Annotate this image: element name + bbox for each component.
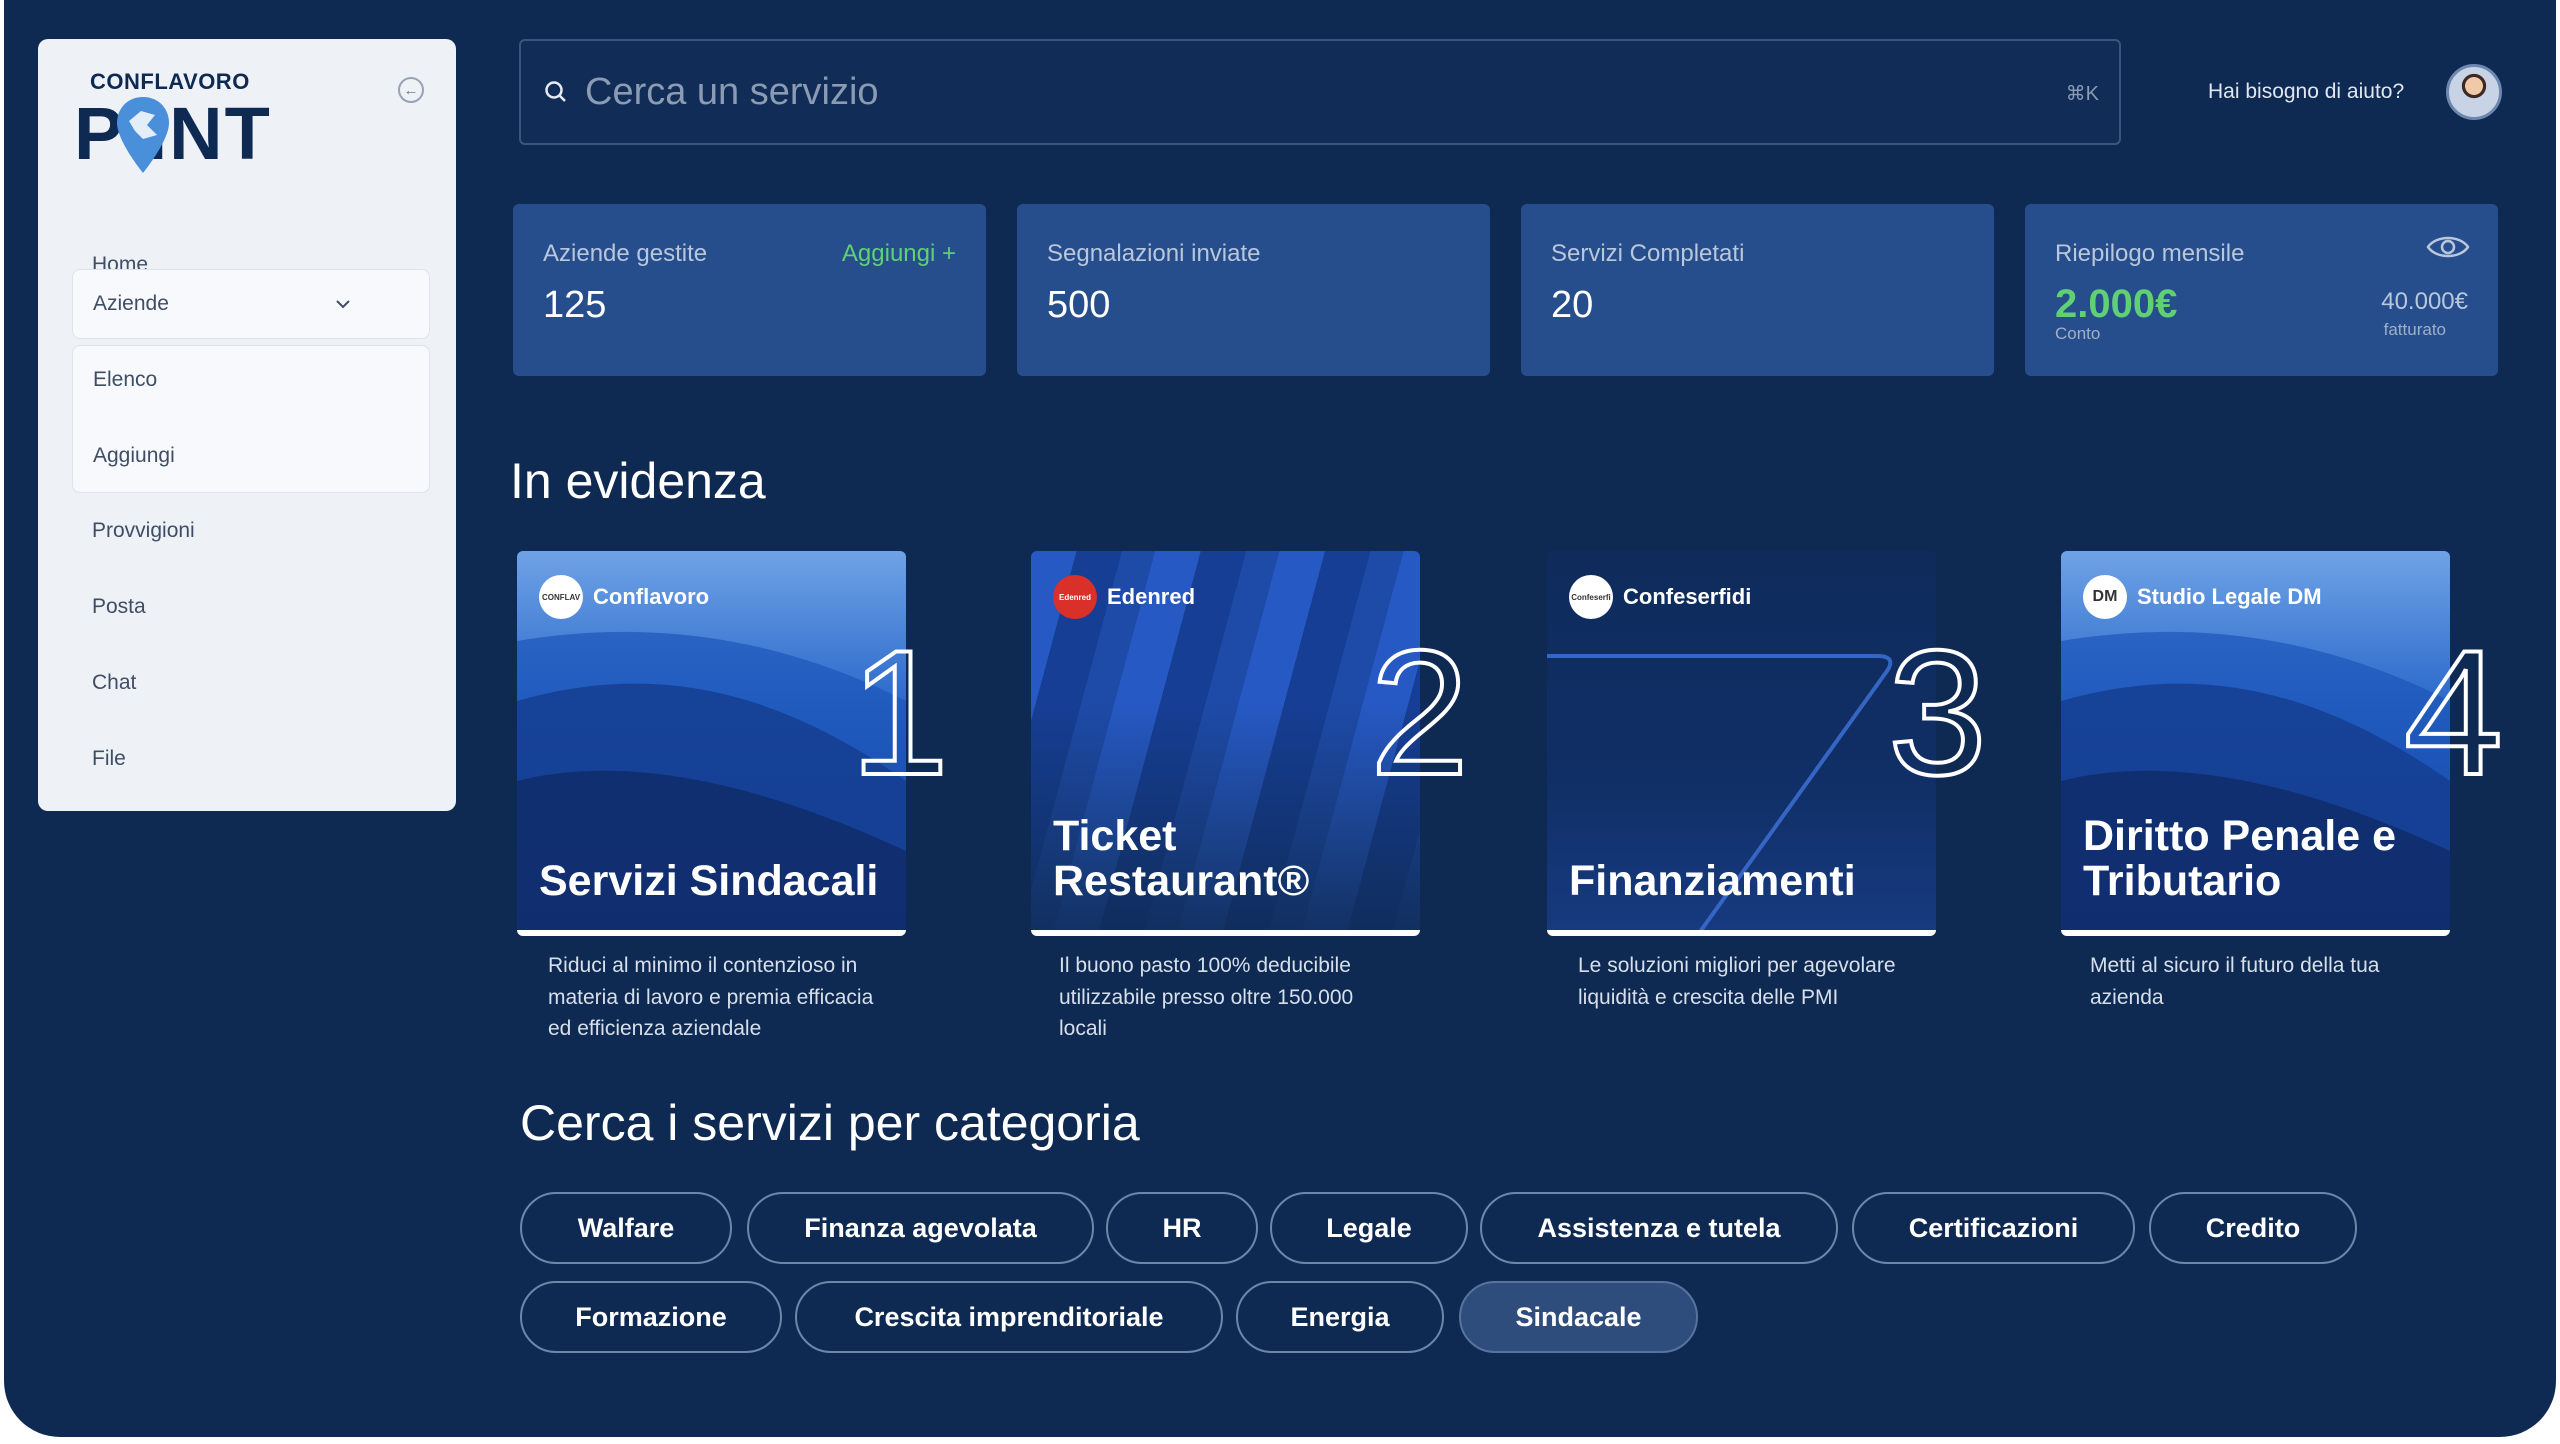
- sidebar-item-elenco[interactable]: Elenco: [93, 368, 157, 392]
- conflavoro-point-logo[interactable]: CONFLAVORO P INT: [74, 69, 324, 219]
- search-shortcut: ⌘K: [2065, 83, 2099, 105]
- stat-title: Aziende gestite: [543, 240, 708, 267]
- brand-logo: CONFLAV: [539, 575, 583, 619]
- eye-icon[interactable]: [2426, 232, 2470, 262]
- category-pill-energia[interactable]: Energia: [1236, 1281, 1444, 1353]
- rank-number: 1: [848, 613, 951, 812]
- sidebar-item-label: Aziende: [93, 292, 169, 315]
- card-description: Le soluzioni migliori per agevolare liqu…: [1578, 954, 1896, 1009]
- category-pill-crescita-imprenditoriale[interactable]: Crescita imprenditoriale: [795, 1281, 1223, 1353]
- card-brand: DM Studio Legale DM: [2083, 575, 2322, 619]
- card-brand: Confeserfi Confeserfidi: [1569, 575, 1751, 619]
- stat-value: 125: [543, 284, 607, 326]
- category-pill-hr[interactable]: HR: [1106, 1192, 1258, 1264]
- conto-value: 2.000€: [2055, 282, 2178, 326]
- stat-card-segnalazioni: Segnalazioni inviate 500: [1017, 204, 1490, 376]
- search-bar[interactable]: Cerca un servizio ⌘K: [519, 39, 2121, 145]
- brand-name: Conflavoro: [593, 584, 710, 609]
- fatturato-label: fatturato: [2383, 320, 2446, 339]
- brand-name: Edenred: [1107, 584, 1196, 609]
- card-title: Ticket Restaurant®: [1053, 811, 1310, 905]
- collapse-sidebar-button[interactable]: ←: [398, 77, 424, 103]
- brand-logo: DM: [2083, 575, 2127, 619]
- card-description: Il buono pasto 100% deducibile utilizzab…: [1059, 954, 1354, 1040]
- card-description: Riduci al minimo il contenzioso in mater…: [548, 954, 874, 1040]
- add-azienda-button[interactable]: Aggiungi +: [842, 240, 956, 268]
- stat-value: 500: [1047, 284, 1111, 326]
- highlights-title: In evidenza: [510, 453, 766, 509]
- card-description: Metti al sicuro il futuro della tua azie…: [2090, 954, 2380, 1009]
- arrow-left-icon: ←: [403, 81, 419, 99]
- card-title: Finanziamenti: [1569, 856, 1856, 905]
- rank-number: 3: [1886, 613, 1989, 812]
- category-pill-finanza-agevolata[interactable]: Finanza agevolata: [747, 1192, 1094, 1264]
- category-pill-certificazioni[interactable]: Certificazioni: [1852, 1192, 2135, 1264]
- highlight-card-3[interactable]: Confeserfi Confeserfidi Finanziamenti: [1547, 551, 1936, 936]
- category-pill-assistenza-e-tutela[interactable]: Assistenza e tutela: [1480, 1192, 1838, 1264]
- app-frame: CONFLAVORO P INT ← Home Aziende Elenco A…: [4, 0, 2556, 1437]
- highlight-card-2[interactable]: Edenred Edenred Ticket Restaurant®: [1031, 551, 1420, 936]
- stat-card-aziende: Aziende gestite Aggiungi + 125: [513, 204, 986, 376]
- rank-number: 4: [2402, 613, 2505, 812]
- avatar[interactable]: [2446, 64, 2502, 120]
- stat-card-servizi: Servizi Completati 20: [1521, 204, 1994, 376]
- category-pill-walfare[interactable]: Walfare: [520, 1192, 732, 1264]
- sidebar-item-chat[interactable]: Chat: [92, 671, 136, 695]
- category-pill-credito[interactable]: Credito: [2149, 1192, 2357, 1264]
- category-pill-legale[interactable]: Legale: [1270, 1192, 1468, 1264]
- search-input[interactable]: Cerca un servizio: [585, 71, 879, 114]
- highlight-card-1[interactable]: CONFLAV Conflavoro Servizi Sindacali: [517, 551, 906, 936]
- fatturato-value: 40.000€: [2381, 288, 2468, 315]
- chevron-down-icon: [336, 300, 350, 309]
- map-pin-icon: [117, 97, 169, 173]
- category-pill-sindacale[interactable]: Sindacale: [1459, 1281, 1698, 1353]
- sidebar-item-aggiungi[interactable]: Aggiungi: [93, 444, 175, 468]
- stat-card-riepilogo: Riepilogo mensile 2.000€ Conto 40.000€ f…: [2025, 204, 2498, 376]
- stat-title: Servizi Completati: [1551, 240, 1745, 267]
- brand-name: Confeserfidi: [1623, 584, 1752, 609]
- help-link[interactable]: Hai bisogno di aiuto?: [2208, 80, 2404, 104]
- category-pill-formazione[interactable]: Formazione: [520, 1281, 782, 1353]
- brand-logo: Edenred: [1053, 575, 1097, 619]
- conto-label: Conto: [2055, 324, 2101, 343]
- card-title: Servizi Sindacali: [539, 856, 879, 905]
- stat-title: Riepilogo mensile: [2055, 240, 2245, 267]
- brand-name: Studio Legale DM: [2137, 584, 2322, 609]
- card-brand: Edenred Edenred: [1053, 575, 1195, 619]
- stat-value: 20: [1551, 284, 1594, 326]
- logo-main-text: P INT: [74, 92, 272, 175]
- sidebar-item-provvigioni[interactable]: Provvigioni: [92, 519, 195, 543]
- stat-title: Segnalazioni inviate: [1047, 240, 1261, 267]
- aziende-submenu: Elenco Aggiungi: [72, 345, 430, 493]
- sidebar-item-file[interactable]: File: [92, 747, 126, 771]
- rank-number: 2: [1368, 613, 1471, 812]
- sidebar-item-aziende[interactable]: Aziende: [72, 269, 430, 339]
- sidebar-item-posta[interactable]: Posta: [92, 595, 146, 619]
- sidebar: CONFLAVORO P INT ← Home Aziende Elenco A…: [38, 39, 456, 811]
- card-title: Diritto Penale e Tributario: [2083, 811, 2397, 905]
- highlight-card-4[interactable]: DM Studio Legale DM Diritto Penale e Tri…: [2061, 551, 2450, 936]
- categories-title: Cerca i servizi per categoria: [520, 1095, 1140, 1151]
- search-icon: [545, 81, 566, 102]
- card-brand: CONFLAV Conflavoro: [539, 575, 709, 619]
- brand-logo: Confeserfi: [1569, 575, 1613, 619]
